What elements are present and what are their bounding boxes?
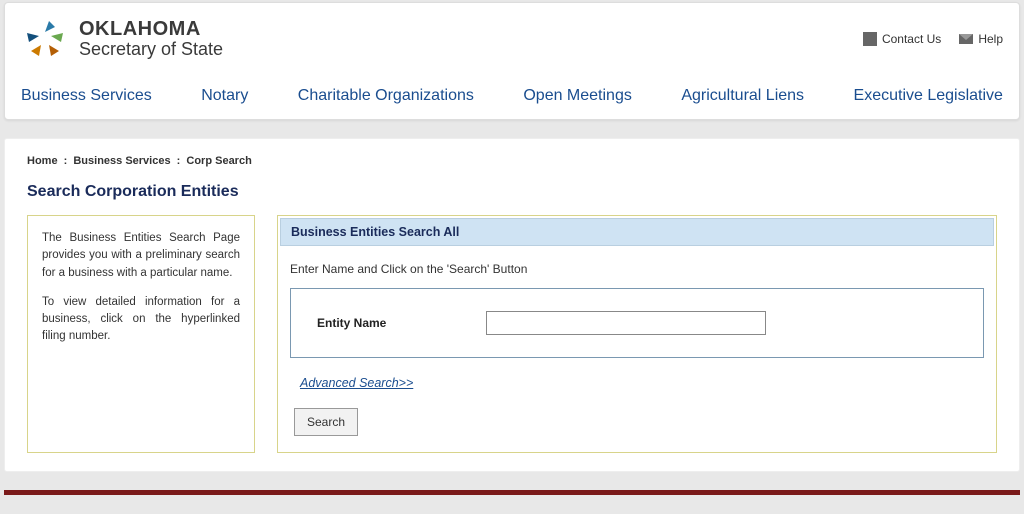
state-logo-icon	[21, 15, 69, 63]
help-link[interactable]: Help	[959, 32, 1003, 46]
info-paragraph-1: The Business Entities Search Page provid…	[42, 230, 240, 282]
contact-icon	[863, 32, 877, 46]
entity-field-frame: Entity Name	[290, 288, 984, 358]
nav-business-services[interactable]: Business Services	[21, 87, 152, 105]
main-nav: Business Services Notary Charitable Orga…	[21, 81, 1003, 119]
breadcrumb-current: Corp Search	[186, 155, 251, 167]
entity-name-input[interactable]	[486, 311, 766, 335]
footer-divider	[4, 490, 1020, 495]
brand: OKLAHOMA Secretary of State	[21, 15, 223, 63]
search-instruction: Enter Name and Click on the 'Search' But…	[290, 262, 984, 276]
contact-label: Contact Us	[882, 32, 941, 46]
header: OKLAHOMA Secretary of State Contact Us H…	[4, 2, 1020, 120]
info-paragraph-2: To view detailed information for a busin…	[42, 294, 240, 346]
nav-agricultural-liens[interactable]: Agricultural Liens	[681, 87, 804, 105]
info-panel: The Business Entities Search Page provid…	[27, 215, 255, 453]
breadcrumb-home[interactable]: Home	[27, 155, 58, 167]
mail-icon	[959, 34, 973, 44]
page-title: Search Corporation Entities	[27, 183, 997, 201]
nav-charitable-organizations[interactable]: Charitable Organizations	[298, 87, 474, 105]
search-panel-header: Business Entities Search All	[280, 218, 994, 246]
advanced-search-link[interactable]: Advanced Search>>	[300, 376, 413, 390]
nav-notary[interactable]: Notary	[201, 87, 248, 105]
header-utility-links: Contact Us Help	[863, 32, 1003, 46]
main-content: Home : Business Services : Corp Search S…	[4, 138, 1020, 472]
search-button[interactable]: Search	[294, 408, 358, 436]
nav-executive-legislative[interactable]: Executive Legislative	[854, 87, 1003, 105]
brand-subtitle: Secretary of State	[79, 40, 223, 60]
entity-name-label: Entity Name	[317, 316, 386, 330]
brand-title: OKLAHOMA	[79, 18, 223, 40]
help-label: Help	[978, 32, 1003, 46]
nav-open-meetings[interactable]: Open Meetings	[523, 87, 632, 105]
breadcrumb-business-services[interactable]: Business Services	[73, 155, 170, 167]
search-panel: Business Entities Search All Enter Name …	[277, 215, 997, 453]
breadcrumb: Home : Business Services : Corp Search	[27, 151, 997, 177]
contact-us-link[interactable]: Contact Us	[863, 32, 941, 46]
